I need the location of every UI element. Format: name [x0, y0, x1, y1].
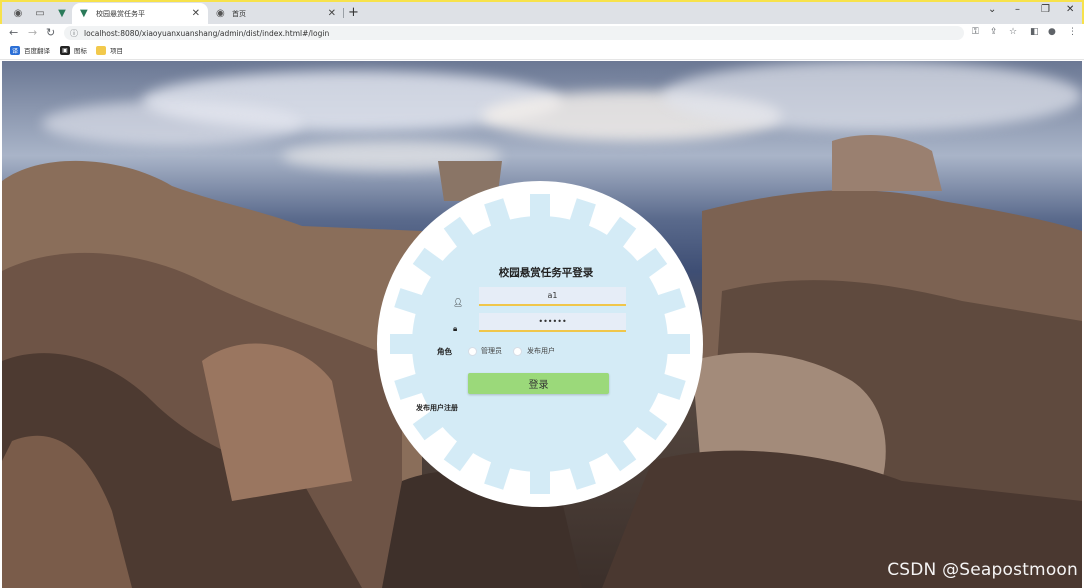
role-label: 角色 — [437, 347, 452, 356]
role-admin-radio[interactable] — [468, 347, 477, 356]
restore-button[interactable]: ❐ — [1041, 4, 1050, 15]
translate-icon: 译 — [10, 45, 20, 55]
reload-icon[interactable]: ↻ — [46, 26, 55, 39]
close-icon[interactable]: ✕ — [328, 8, 336, 19]
window-highlight-top — [0, 0, 1084, 2]
watermark-text: CSDN @Seapostmoon — [887, 560, 1078, 580]
login-form: 校园悬赏任务平登录 👤︎ 🔒︎ 角色 管理员 发布用户 登录 发布用户注册 — [373, 181, 707, 507]
globe-icon: ◉ — [216, 8, 225, 19]
register-link[interactable]: 发布用户注册 — [416, 403, 458, 413]
password-input[interactable] — [479, 313, 626, 332]
vue-icon: ▼ — [80, 8, 88, 19]
tab-home[interactable]: ◉ 首页 ✕ — [208, 3, 344, 24]
window-close-button[interactable]: ✕ — [1066, 4, 1074, 15]
new-tab-button[interactable]: + — [348, 5, 359, 20]
back-arrow-icon[interactable]: ← — [9, 26, 18, 39]
pinned-tab-vue-icon[interactable]: ▼ — [52, 5, 72, 21]
bookmark-label: 项目 — [110, 47, 123, 55]
bookmark-baidu-translate[interactable]: 译 百度翻译 — [10, 45, 50, 55]
lock-icon: 🔒︎ — [453, 324, 458, 333]
address-bar[interactable]: ⓘ localhost:8080/xiaoyuanxuanshang/admin… — [64, 26, 964, 40]
bookmark-folder-project[interactable]: 项目 — [96, 45, 123, 55]
pinned-tab-globe-icon[interactable]: ◉ — [8, 5, 28, 21]
close-icon[interactable]: ✕ — [192, 8, 200, 19]
share-icon[interactable]: ⇪ — [990, 27, 998, 37]
forward-arrow-icon[interactable]: → — [28, 26, 37, 39]
role-publisher-label[interactable]: 发布用户 — [527, 346, 555, 356]
tab-separator — [343, 8, 344, 18]
bookmark-label: 百度翻译 — [24, 47, 50, 55]
tab-search-chevron-down-icon[interactable]: ⌄ — [988, 4, 996, 15]
minimize-button[interactable]: – — [1015, 4, 1020, 15]
folder-icon — [96, 45, 106, 55]
side-panel-icon[interactable]: ◧ — [1030, 27, 1039, 37]
role-publisher-radio[interactable] — [513, 347, 522, 356]
login-button[interactable]: 登录 — [468, 373, 609, 394]
bookmark-label: 图标 — [74, 47, 87, 55]
username-input[interactable] — [479, 287, 626, 306]
site-info-icon[interactable]: ⓘ — [70, 28, 78, 39]
window-highlight-left — [0, 0, 2, 24]
tab-title: 校园悬赏任务平 — [96, 9, 145, 18]
address-text: localhost:8080/xiaoyuanxuanshang/admin/d… — [84, 28, 330, 38]
browser-tabstrip: ◉ ▭ ▼ ▼ 校园悬赏任务平 ✕ ◉ 首页 ✕ + ⌄ – ❐ ✕ — [0, 0, 1084, 24]
bookmarks-bar: 译 百度翻译 ▣ 图标 项目 — [0, 42, 1084, 60]
browser-toolbar: ← → ↻ ⓘ localhost:8080/xiaoyuanxuanshang… — [0, 24, 1084, 42]
role-admin-label[interactable]: 管理员 — [481, 346, 502, 356]
profile-icon[interactable]: ● — [1048, 27, 1056, 37]
bookmark-star-icon[interactable]: ☆ — [1009, 27, 1017, 37]
menu-kebab-icon[interactable]: ⋮ — [1068, 27, 1077, 37]
image-icon: ▣ — [60, 45, 70, 55]
pinned-tab-blank-icon[interactable]: ▭ — [30, 5, 50, 21]
key-icon[interactable]: ⚿ — [972, 27, 979, 37]
tab-login[interactable]: ▼ 校园悬赏任务平 ✕ — [72, 3, 208, 24]
bookmark-icons[interactable]: ▣ 图标 — [60, 45, 87, 55]
user-icon: 👤︎ — [453, 298, 464, 307]
tab-title: 首页 — [232, 9, 246, 18]
login-title: 校园悬赏任务平登录 — [498, 267, 594, 279]
